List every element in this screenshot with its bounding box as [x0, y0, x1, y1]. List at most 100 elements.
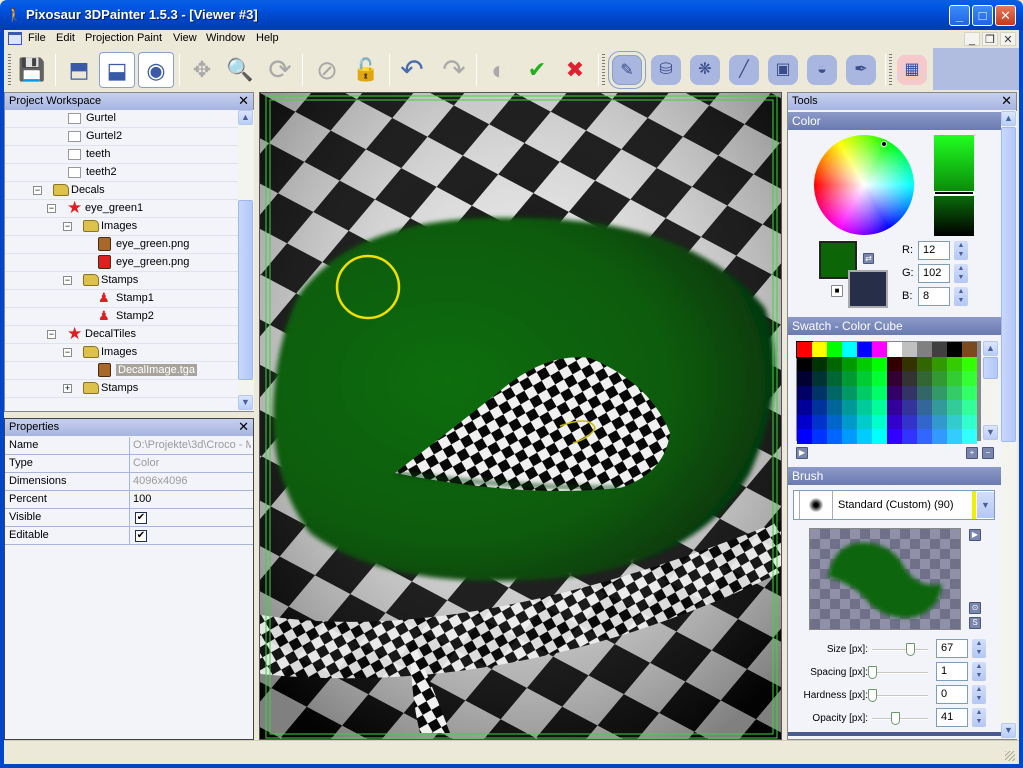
reset-colors-icon[interactable]: ■ [831, 285, 843, 297]
move-button[interactable]: ✥ [184, 52, 220, 88]
minimize-button[interactable]: _ [949, 5, 970, 26]
close-icon[interactable]: ✕ [238, 94, 249, 108]
color-swatch[interactable] [947, 356, 962, 371]
picker-tool-button[interactable]: ✒ [846, 55, 876, 85]
color-swatch[interactable] [947, 414, 962, 429]
color-swatch[interactable] [917, 371, 932, 386]
color-swatch[interactable] [842, 414, 857, 429]
slider-track[interactable] [868, 689, 928, 702]
add-swatch-icon[interactable]: + [966, 447, 978, 459]
red-spinner[interactable]: ▲ ▼ [954, 241, 968, 260]
property-row[interactable]: Dimensions 4096x4096 [5, 473, 253, 491]
color-swatch[interactable] [842, 342, 857, 357]
slider-thumb[interactable] [868, 689, 877, 702]
toolbar-grip[interactable] [602, 54, 605, 86]
tree-item[interactable]: + Stamps [5, 380, 238, 398]
property-row[interactable]: Name O:\Projekte\3d\Croco - M [5, 437, 253, 455]
color-swatch[interactable] [917, 342, 932, 357]
color-swatch[interactable] [962, 371, 977, 386]
collapse-icon[interactable]: − [47, 330, 56, 339]
tree-item[interactable]: − Images [5, 344, 238, 362]
color-swatch[interactable] [887, 414, 902, 429]
color-swatch[interactable] [842, 385, 857, 400]
color-swatch[interactable] [932, 414, 947, 429]
collapse-icon[interactable]: − [33, 186, 42, 195]
menu-edit[interactable]: Edit [56, 32, 75, 44]
color-swatch[interactable] [827, 356, 842, 371]
grid-button[interactable]: ▦ [897, 55, 927, 85]
tree-item[interactable]: − Stamps [5, 272, 238, 290]
tree-item[interactable]: teeth [5, 146, 238, 164]
visibility-checkbox[interactable] [68, 113, 81, 124]
red-input[interactable]: 12 [918, 241, 950, 260]
property-checkbox[interactable]: ✔ [135, 530, 147, 542]
color-swatch[interactable] [902, 400, 917, 415]
scroll-thumb[interactable] [1001, 127, 1016, 442]
swatch-scrollbar[interactable]: ▲ ▼ [983, 341, 999, 441]
mdi-minimize-button[interactable]: _ [964, 32, 980, 46]
swatch-menu-icon[interactable]: ▶ [796, 447, 808, 459]
green-spinner[interactable]: ▲ ▼ [954, 264, 968, 283]
color-swatch[interactable] [857, 342, 872, 357]
maximize-button[interactable]: □ [972, 5, 993, 26]
undo-button[interactable]: ↶ [394, 52, 430, 88]
color-swatch[interactable] [812, 385, 827, 400]
chevron-down-icon[interactable]: ▼ [977, 492, 994, 518]
color-swatch[interactable] [842, 429, 857, 444]
color-swatch[interactable] [797, 371, 812, 386]
lock-button[interactable]: 🔓 [348, 52, 384, 88]
discard-button[interactable]: ✖ [557, 52, 593, 88]
slider-value-input[interactable]: 67 [936, 639, 968, 658]
color-swatch[interactable] [872, 356, 887, 371]
slider-spinner[interactable]: ▲ ▼ [972, 639, 986, 658]
collapse-icon[interactable]: − [63, 276, 72, 285]
visibility-checkbox[interactable] [68, 167, 81, 178]
color-swatch[interactable] [827, 414, 842, 429]
background-color-swatch[interactable] [848, 270, 888, 308]
color-swatch[interactable] [797, 400, 812, 415]
menu-file[interactable]: File [28, 32, 46, 44]
slider-track[interactable] [868, 666, 928, 679]
preview-play-icon[interactable]: ▶ [969, 529, 981, 541]
expand-icon[interactable]: + [63, 384, 72, 393]
preview-zoom-icon[interactable]: ⊙ [969, 602, 981, 614]
color-swatch[interactable] [917, 356, 932, 371]
slider-spinner[interactable]: ▲ ▼ [972, 708, 986, 727]
color-swatch[interactable] [857, 356, 872, 371]
color-swatch[interactable] [887, 429, 902, 444]
title-bar[interactable]: 🚶 Pixosaur 3DPainter 1.5.3 - [Viewer #3]… [0, 0, 1023, 30]
color-swatch[interactable] [812, 356, 827, 371]
color-swatch[interactable] [857, 429, 872, 444]
tree-item[interactable]: − Images [5, 218, 238, 236]
color-swatch[interactable] [962, 356, 977, 371]
scroll-up-button[interactable]: ▲ [1001, 111, 1016, 126]
scroll-thumb[interactable] [983, 357, 998, 379]
color-swatch[interactable] [902, 385, 917, 400]
color-swatch[interactable] [796, 341, 813, 358]
color-swatch[interactable] [857, 414, 872, 429]
brush-preset-dropdown[interactable]: Standard (Custom) (90) ▼ [793, 490, 995, 520]
remove-swatch-icon[interactable]: − [982, 447, 994, 459]
color-swatch[interactable] [797, 385, 812, 400]
color-swatch[interactable] [872, 371, 887, 386]
collapse-icon[interactable]: − [47, 204, 56, 213]
toolbar-grip[interactable] [8, 54, 11, 86]
collapse-icon[interactable]: − [63, 222, 72, 231]
color-swatch[interactable] [827, 429, 842, 444]
layer-button[interactable]: ◐ [481, 52, 517, 88]
color-swatch[interactable] [932, 371, 947, 386]
blue-spinner[interactable]: ▲ ▼ [954, 287, 968, 306]
color-swatch[interactable] [827, 385, 842, 400]
close-icon[interactable]: ✕ [1001, 94, 1012, 108]
color-swatch[interactable] [962, 429, 977, 444]
color-swatch[interactable] [917, 385, 932, 400]
slider-spinner[interactable]: ▲ ▼ [972, 685, 986, 704]
menu-window[interactable]: Window [206, 32, 245, 44]
color-swatch[interactable] [947, 371, 962, 386]
color-swatch[interactable] [872, 429, 887, 444]
scroll-up-button[interactable]: ▲ [238, 110, 253, 125]
swatch-section-header[interactable]: Swatch - Color Cube [788, 317, 1001, 335]
color-swatch[interactable] [932, 400, 947, 415]
swap-colors-icon[interactable]: ⇄ [863, 253, 874, 264]
scroll-down-button[interactable]: ▼ [983, 425, 998, 440]
